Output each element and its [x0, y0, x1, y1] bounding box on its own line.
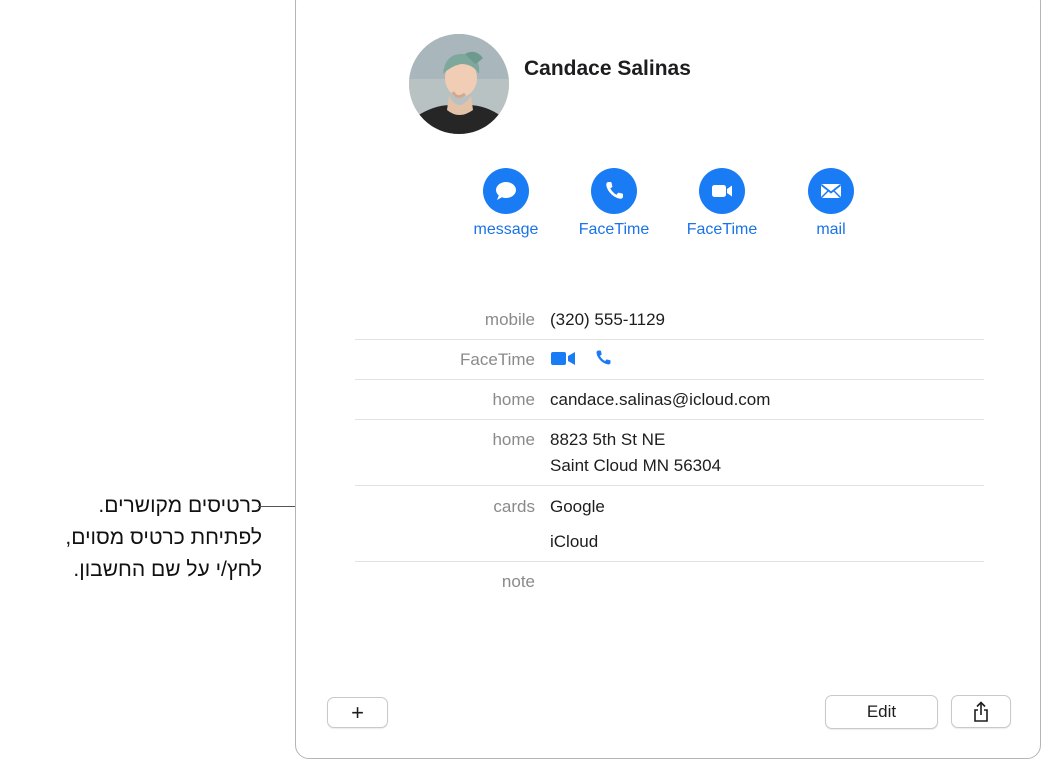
- row-divider: [355, 379, 984, 380]
- email-label: home: [492, 390, 535, 409]
- callout-text: כרטיסים מקושרים. לפתיחת כרטיס מסוים, לחץ…: [0, 490, 262, 586]
- message-button[interactable]: message: [456, 168, 556, 239]
- message-bubble-icon: [496, 182, 516, 200]
- callout-line: לחץ/י על שם החשבון.: [73, 558, 262, 581]
- note-label: note: [501, 572, 535, 591]
- contact-name: Candace Salinas: [524, 57, 691, 80]
- mail-button[interactable]: mail: [781, 168, 881, 239]
- email-value[interactable]: candace.salinas@icloud.com: [550, 387, 770, 413]
- envelope-icon: [820, 184, 842, 199]
- facetime-label: FaceTime: [460, 350, 535, 369]
- card-icloud-link[interactable]: iCloud: [550, 529, 598, 555]
- mobile-value[interactable]: (320) 555-1129: [550, 307, 665, 333]
- row-divider: [355, 339, 984, 340]
- facetime-audio-button[interactable]: FaceTime: [564, 168, 664, 239]
- address-label: home: [492, 430, 535, 449]
- facetime-video-label[interactable]: FaceTime: [672, 221, 772, 239]
- facetime-video-button[interactable]: FaceTime: [672, 168, 772, 239]
- video-camera-icon: [712, 185, 732, 197]
- message-label[interactable]: message: [456, 221, 556, 239]
- avatar: [409, 34, 509, 134]
- facetime-video-circle[interactable]: [699, 168, 745, 214]
- phone-icon: [596, 350, 611, 365]
- edit-button[interactable]: Edit: [825, 695, 938, 729]
- facetime-audio-shortcut[interactable]: [593, 348, 613, 373]
- message-circle[interactable]: [483, 168, 529, 214]
- mobile-label: mobile: [484, 310, 535, 329]
- mail-circle[interactable]: [808, 168, 854, 214]
- row-divider: [355, 485, 984, 486]
- share-icon: [974, 700, 988, 722]
- add-contact-button[interactable]: +: [327, 697, 388, 728]
- address-value[interactable]: 8823 5th St NE Saint Cloud MN 56304: [550, 427, 721, 479]
- callout-line: כרטיסים מקושרים.: [98, 494, 262, 517]
- facetime-audio-label[interactable]: FaceTime: [564, 221, 664, 239]
- avatar-photo: [409, 34, 509, 134]
- facetime-video-shortcut[interactable]: [550, 349, 578, 374]
- video-camera-icon: [551, 352, 575, 365]
- row-divider: [355, 419, 984, 420]
- callout-line: לפתיחת כרטיס מסוים,: [65, 526, 262, 549]
- address-line2: Saint Cloud MN 56304: [550, 456, 722, 475]
- share-button[interactable]: [951, 695, 1011, 728]
- cards-label: cards: [493, 497, 535, 516]
- address-line1: 8823 5th St NE: [550, 430, 666, 449]
- mail-label[interactable]: mail: [781, 221, 881, 239]
- card-google-link[interactable]: Google: [550, 494, 605, 520]
- row-divider: [355, 561, 984, 562]
- phone-icon: [606, 182, 623, 199]
- facetime-audio-circle[interactable]: [591, 168, 637, 214]
